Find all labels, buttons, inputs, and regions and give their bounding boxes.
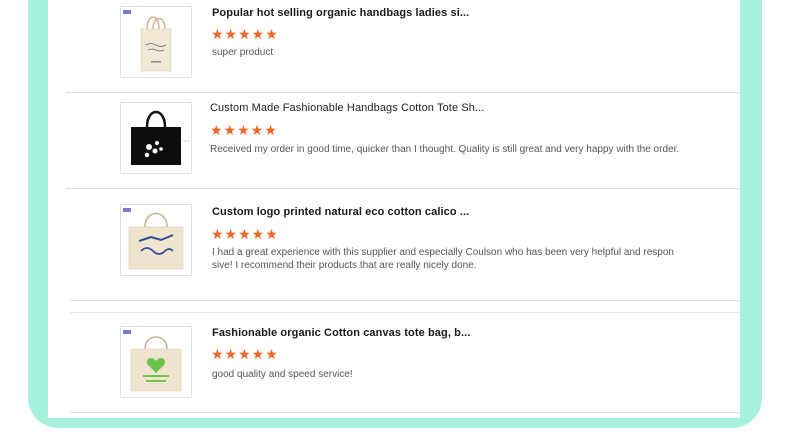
review-comment: good quality and speed service! — [212, 369, 353, 380]
rating-stars: ★★★★★ — [211, 226, 279, 242]
reviews-panel: Popular hot selling organic handbags lad… — [48, 0, 740, 418]
product-thumbnail[interactable] — [120, 326, 192, 398]
farmers-print-tote-icon — [123, 330, 182, 392]
review-product-title[interactable]: Custom Made Fashionable Handbags Cotton … — [210, 102, 484, 114]
rating-stars: ★★★★★ — [210, 122, 278, 138]
row-divider — [66, 188, 740, 189]
beige-tote-with-text-icon — [123, 10, 172, 72]
product-thumbnail[interactable] — [120, 6, 192, 78]
black-tote-with-flowers-icon — [131, 110, 189, 165]
row-divider — [70, 412, 740, 413]
rating-stars: ★★★★★ — [211, 346, 279, 362]
review-comment: Received my order in good time, quicker … — [210, 144, 680, 155]
review-product-title[interactable]: Custom logo printed natural eco cotton c… — [212, 206, 469, 218]
row-divider — [70, 300, 740, 301]
product-thumbnail[interactable] — [120, 102, 192, 174]
rating-stars: ★★★★★ — [211, 26, 279, 42]
review-product-title[interactable]: Popular hot selling organic handbags lad… — [212, 7, 469, 19]
marine-print-tote-icon — [123, 208, 184, 270]
row-divider — [66, 92, 740, 93]
review-comment: I had a great experience with this suppl… — [212, 247, 674, 271]
review-product-title[interactable]: Fashionable organic Cotton canvas tote b… — [212, 327, 470, 339]
review-comment: super product — [212, 47, 274, 58]
row-divider — [70, 312, 740, 313]
product-thumbnail[interactable] — [120, 204, 192, 276]
